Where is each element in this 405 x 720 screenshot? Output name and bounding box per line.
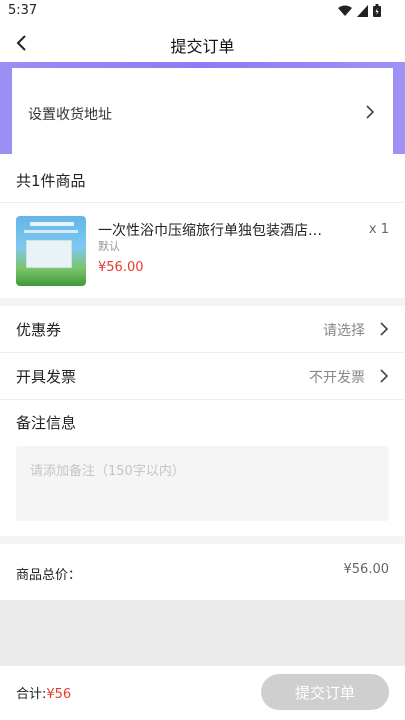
goods-section: 共1件商品 一次性浴巾压缩旅行单独包装酒店… 默认 ¥56.00 x 1 (0, 154, 405, 298)
product-quantity: x 1 (368, 222, 389, 237)
product-name[interactable]: 一次性浴巾压缩旅行单独包装酒店… (98, 220, 338, 240)
options-section: 优惠券 请选择 开具发票 不开发票 备注信息 请添加备注（150字以内） (0, 306, 405, 536)
coupon-row[interactable]: 优惠券 请选择 (0, 306, 405, 352)
nav-bar: 提交订单 (0, 24, 405, 62)
submit-order-button[interactable]: 提交订单 (261, 674, 389, 710)
thumb-text (24, 230, 78, 233)
address-header: 设置收货地址 (0, 62, 405, 209)
invoice-value: 不开发票 (309, 370, 365, 386)
remark-placeholder: 请添加备注（150字以内） (30, 464, 185, 479)
total-label: 商品总价： (16, 568, 82, 583)
remark-label: 备注信息 (16, 414, 77, 432)
signal-icon (357, 4, 368, 17)
chevron-right-icon (380, 369, 389, 383)
status-bar: 5:37 (0, 0, 405, 24)
product-price: ¥56.00 (98, 260, 144, 275)
sum-amount: ¥56 (46, 687, 72, 702)
divider (0, 202, 405, 203)
thumb-package (26, 240, 72, 268)
thumb-text (30, 222, 74, 226)
coupon-value: 请选择 (323, 323, 365, 339)
battery-icon (373, 4, 381, 17)
set-address-button[interactable]: 设置收货地址 (12, 68, 393, 154)
status-icons (338, 4, 381, 17)
product-image[interactable] (16, 216, 86, 286)
goods-count: 共1件商品 (16, 172, 86, 190)
wifi-icon (338, 5, 352, 16)
chevron-right-icon (366, 105, 375, 119)
total-section: 商品总价： ¥56.00 (0, 544, 405, 600)
product-spec: 默认 (98, 240, 120, 253)
invoice-label: 开具发票 (16, 368, 77, 386)
coupon-label: 优惠券 (16, 321, 62, 339)
address-label: 设置收货地址 (28, 107, 112, 123)
total-value: ¥56.00 (343, 562, 390, 577)
sum-text: 合计:¥56 (16, 683, 71, 702)
divider (0, 399, 405, 400)
bottom-bar: 合计:¥56 提交订单 (0, 666, 405, 720)
sum-label: 合计: (16, 687, 47, 702)
status-time: 5:37 (8, 3, 38, 18)
page-title: 提交订单 (170, 37, 235, 56)
remark-input[interactable]: 请添加备注（150字以内） (16, 446, 389, 521)
background-fill (0, 600, 405, 666)
chevron-right-icon (380, 322, 389, 336)
invoice-row[interactable]: 开具发票 不开发票 (0, 353, 405, 399)
